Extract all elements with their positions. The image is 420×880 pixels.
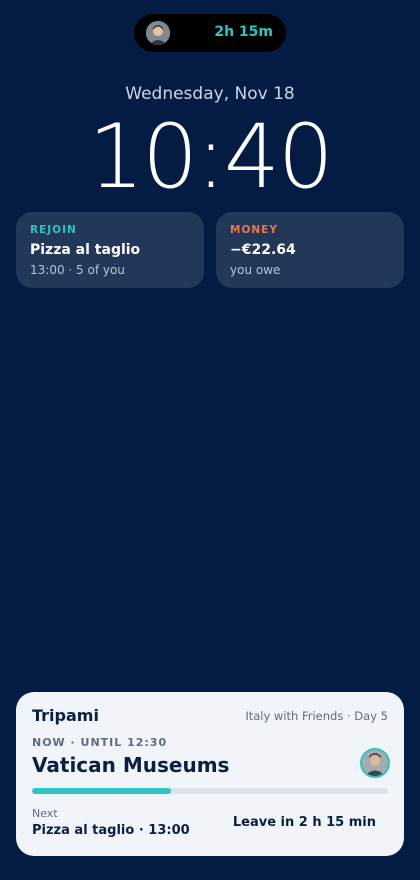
widget-money[interactable]: MONEY −€22.64 you owe	[216, 212, 404, 288]
person-avatar-icon	[146, 21, 170, 45]
current-activity-title: Vatican Museums	[32, 753, 230, 777]
widget-title: Pizza al taglio	[30, 242, 141, 258]
next-label: Next	[32, 807, 58, 820]
leave-time: Leave in 2 h 15 min	[232, 815, 376, 830]
now-label: NOW · UNTIL 12:30	[32, 736, 168, 749]
widget-amount: −€22.64	[230, 242, 296, 258]
lock-date: Wednesday, Nov 18	[125, 84, 295, 104]
widget-rejoin[interactable]: REJOIN Pizza al taglio 13:00 · 5 of you	[16, 212, 204, 288]
next-activity: Pizza al taglio · 13:00	[32, 823, 190, 838]
dynamic-island[interactable]: 2h 15m	[134, 14, 286, 52]
progress-fill	[32, 788, 171, 794]
widget-tag: REJOIN	[30, 224, 77, 236]
widget-subtitle: you owe	[230, 263, 281, 277]
widget-tag: MONEY	[230, 224, 278, 236]
live-activity-timer: 2h 15m	[214, 24, 273, 40]
trip-name: Italy with Friends · Day 5	[245, 709, 388, 723]
friend-avatar-icon	[360, 748, 390, 778]
app-brand: Tripami	[32, 706, 99, 725]
lock-clock: 10:40	[88, 105, 334, 208]
live-activity-card[interactable]: Tripami Italy with Friends · Day 5 NOW ·…	[16, 692, 404, 856]
activity-progress-bar	[32, 788, 388, 794]
widget-subtitle: 13:00 · 5 of you	[30, 263, 125, 277]
